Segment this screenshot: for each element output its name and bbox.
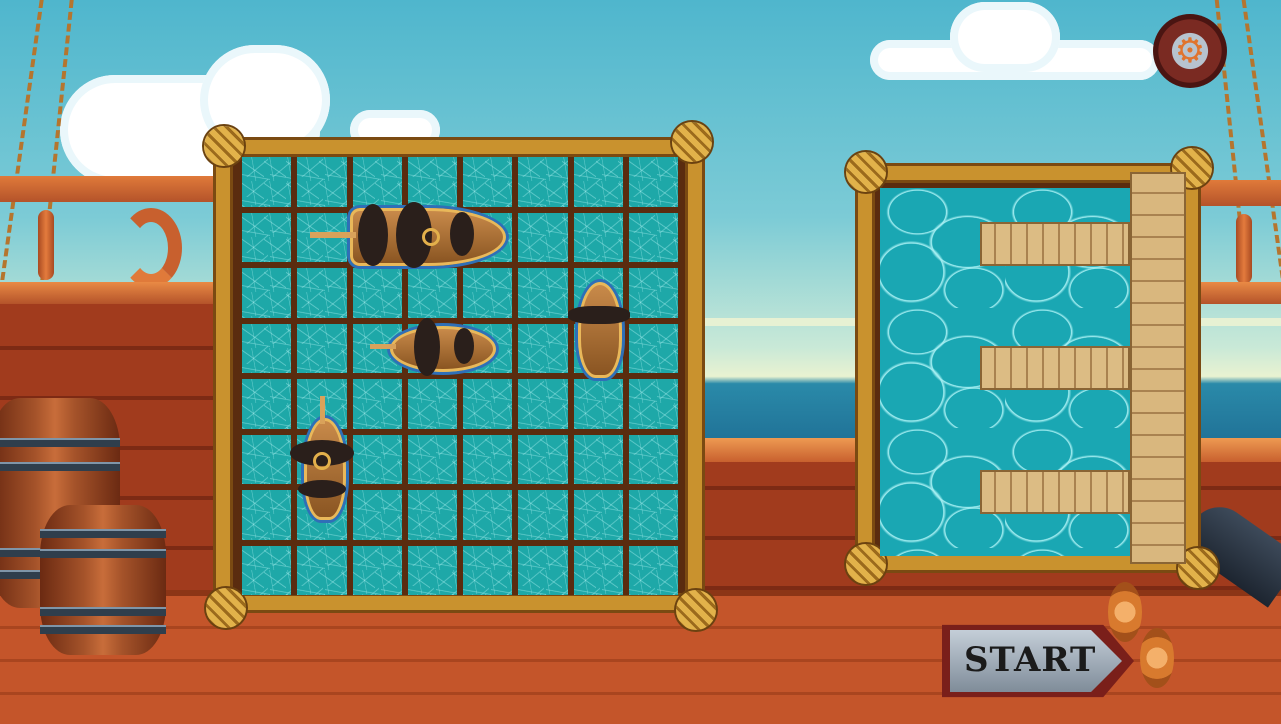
cloud [950, 2, 1060, 72]
grid-cell[interactable] [352, 379, 402, 429]
ship-rail [0, 282, 230, 304]
grid-cell[interactable] [518, 379, 568, 429]
grid-cell[interactable] [573, 545, 623, 595]
grid-cell[interactable] [518, 434, 568, 484]
grid-cell[interactable] [407, 434, 457, 484]
grid-cell[interactable] [242, 212, 292, 262]
grid-cell[interactable] [297, 157, 347, 207]
rope-knot [204, 126, 244, 166]
gear-icon: ⚙ [1174, 31, 1206, 71]
ship-slot[interactable] [980, 222, 1130, 266]
ship-scroll-ornament [120, 208, 182, 288]
start-button[interactable]: START [942, 618, 1134, 704]
grid-cell[interactable] [518, 545, 568, 595]
grid-cell[interactable] [352, 434, 402, 484]
grid-cell[interactable] [628, 268, 678, 318]
grid-cell[interactable] [242, 545, 292, 595]
grid-cell[interactable] [352, 157, 402, 207]
baluster [1236, 214, 1252, 284]
grid-cell[interactable] [573, 157, 623, 207]
ship-rail [0, 176, 230, 202]
rope-knot [676, 590, 716, 630]
grid-cell[interactable] [463, 490, 513, 540]
dock [1130, 172, 1186, 564]
start-button-label: START [964, 640, 1097, 680]
grid-cell[interactable] [573, 212, 623, 262]
cannon-wheel [1140, 628, 1174, 688]
grid-cell[interactable] [297, 268, 347, 318]
grid-cell[interactable] [518, 490, 568, 540]
ship-rowboat[interactable] [566, 276, 632, 380]
grid-cell[interactable] [628, 434, 678, 484]
grid-cell[interactable] [628, 157, 678, 207]
ship-galleon-medium[interactable] [370, 318, 496, 376]
grid-cell[interactable] [407, 490, 457, 540]
game-scene: ⚙ START [0, 0, 1281, 724]
grid-cell[interactable] [297, 545, 347, 595]
grid-cell[interactable] [463, 434, 513, 484]
grid-cell[interactable] [573, 490, 623, 540]
ship-slot[interactable] [980, 346, 1130, 390]
grid-cell[interactable] [518, 157, 568, 207]
grid-cell[interactable] [463, 157, 513, 207]
grid-cell[interactable] [463, 379, 513, 429]
barrel [40, 505, 166, 655]
ship-galleon-large[interactable] [310, 202, 506, 268]
grid-cell[interactable] [242, 323, 292, 373]
grid-cell[interactable] [242, 490, 292, 540]
grid-cell[interactable] [407, 268, 457, 318]
grid-cell[interactable] [628, 379, 678, 429]
grid-cell[interactable] [463, 268, 513, 318]
grid-cell[interactable] [518, 323, 568, 373]
grid-cell[interactable] [407, 157, 457, 207]
grid-cell[interactable] [573, 434, 623, 484]
settings-button[interactable]: ⚙ [1153, 14, 1227, 88]
ship-galleon-vertical[interactable] [290, 396, 356, 520]
grid-cell[interactable] [628, 545, 678, 595]
grid-cell[interactable] [628, 323, 678, 373]
grid-cell[interactable] [242, 379, 292, 429]
rope-knot [846, 152, 886, 192]
rope-knot [206, 588, 246, 628]
grid-cell[interactable] [407, 379, 457, 429]
ship-slot[interactable] [980, 470, 1130, 514]
rope-knot [672, 122, 712, 162]
grid-cell[interactable] [518, 268, 568, 318]
grid-cell[interactable] [242, 157, 292, 207]
baluster [38, 210, 54, 280]
grid-cell[interactable] [352, 545, 402, 595]
grid-cell[interactable] [573, 379, 623, 429]
grid-cell[interactable] [352, 268, 402, 318]
grid-cell[interactable] [297, 323, 347, 373]
grid-cell[interactable] [518, 212, 568, 262]
grid-cell[interactable] [628, 212, 678, 262]
grid-cell[interactable] [242, 268, 292, 318]
grid-cell[interactable] [407, 545, 457, 595]
grid-cell[interactable] [463, 545, 513, 595]
grid-cell[interactable] [242, 434, 292, 484]
grid-cell[interactable] [352, 490, 402, 540]
grid-cell[interactable] [628, 490, 678, 540]
